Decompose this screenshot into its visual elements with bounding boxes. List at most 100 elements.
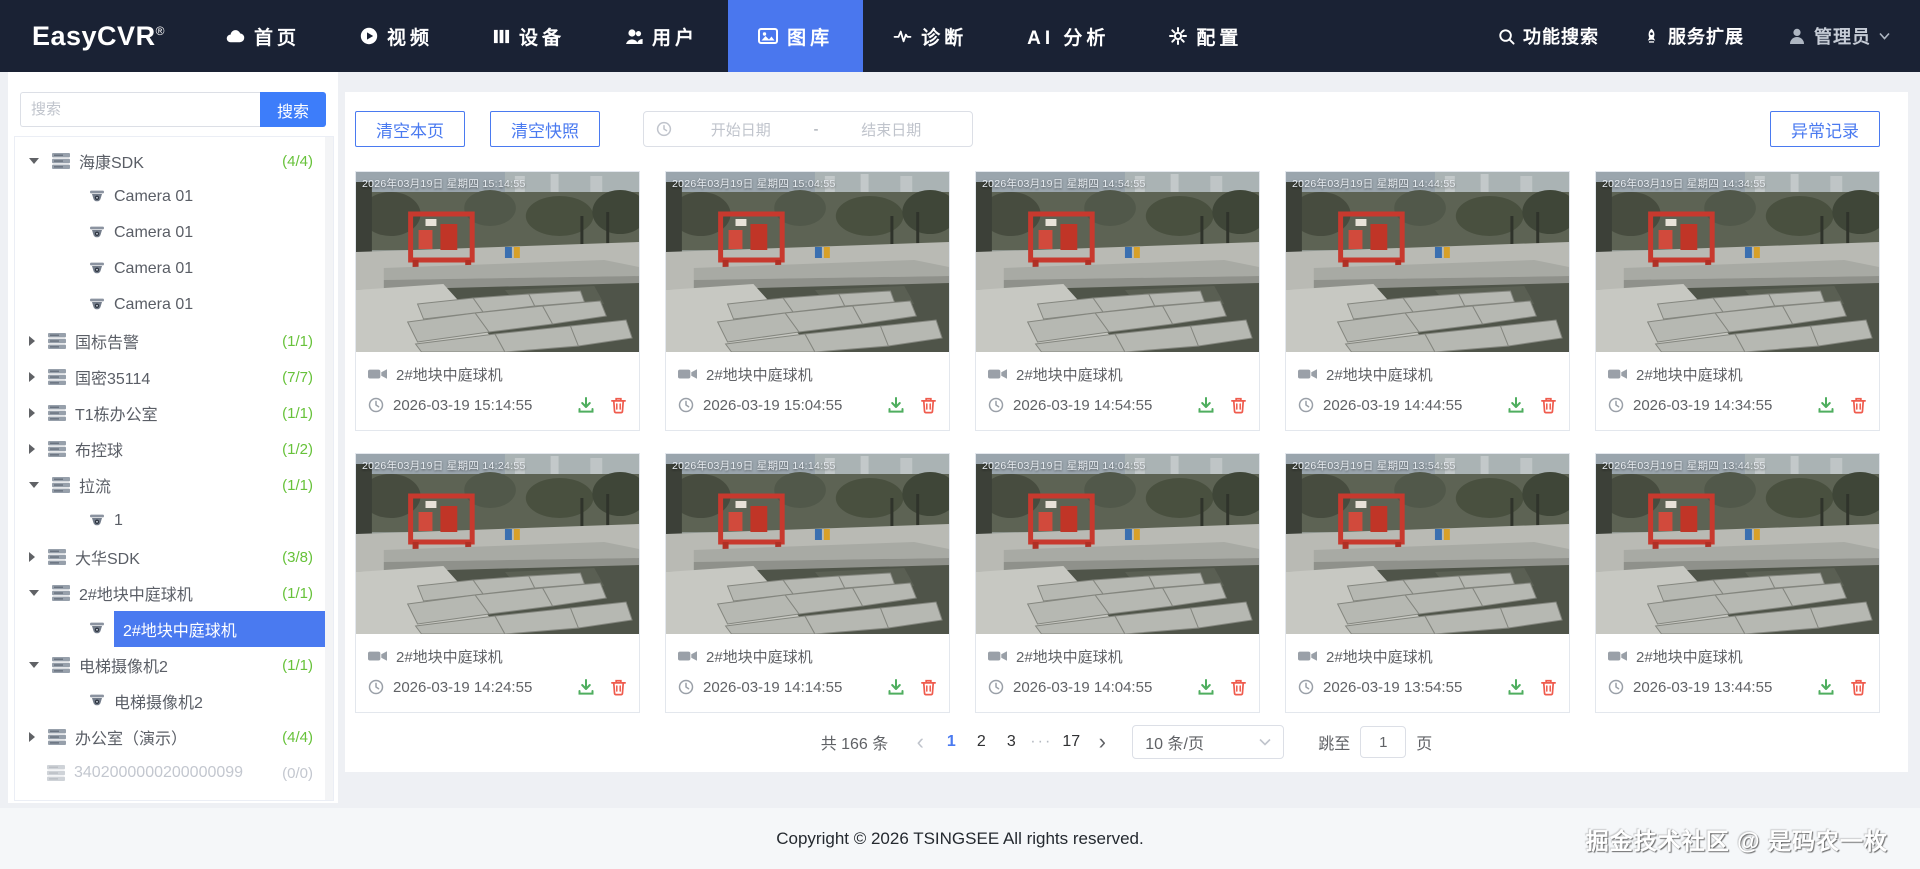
- tree-node[interactable]: Camera 01: [15, 179, 333, 215]
- tree-node[interactable]: 海康SDK (4/4): [15, 143, 333, 179]
- tree-node[interactable]: 大华SDK (3/8): [15, 539, 333, 575]
- tree-node-label[interactable]: 2#地块中庭球机: [114, 611, 333, 647]
- tree-node-label[interactable]: Camera 01: [114, 296, 193, 314]
- nav-item-device[interactable]: 设备: [463, 0, 595, 72]
- page-more-indicator[interactable]: ···: [1028, 729, 1054, 755]
- delete-button[interactable]: [920, 396, 937, 414]
- tree-node-label[interactable]: 办公室: [75, 797, 123, 800]
- tree-node-label[interactable]: 国标告警: [75, 329, 139, 353]
- tree-node[interactable]: 布控球 (1/2): [15, 431, 333, 467]
- search-button[interactable]: 搜索: [260, 92, 326, 127]
- end-date-placeholder[interactable]: 结束日期: [823, 119, 961, 140]
- snapshot-thumbnail[interactable]: 2026年03月19日 星期四 13:54:55: [1286, 454, 1569, 634]
- delete-button[interactable]: [1850, 396, 1867, 414]
- snapshot-card[interactable]: 2026年03月19日 星期四 14:54:55 2#地块中庭球机 2026-0…: [975, 171, 1260, 431]
- tree-node[interactable]: 3402000000200000099 (0/0): [15, 755, 333, 791]
- snapshot-thumbnail[interactable]: 2026年03月19日 星期四 13:44:55: [1596, 454, 1879, 634]
- tree-node[interactable]: 拉流 (1/1): [15, 467, 333, 503]
- tree-node-label[interactable]: Camera 01: [114, 224, 193, 242]
- download-button[interactable]: [577, 678, 595, 696]
- tree-node-label[interactable]: Camera 01: [114, 188, 193, 206]
- page-number[interactable]: 17: [1058, 729, 1084, 755]
- delete-button[interactable]: [610, 396, 627, 414]
- snapshot-thumbnail[interactable]: 2026年03月19日 星期四 14:54:55: [976, 172, 1259, 352]
- snapshot-card[interactable]: 2026年03月19日 星期四 15:04:55 2#地块中庭球机 2026-0…: [665, 171, 950, 431]
- tree-node[interactable]: 1: [15, 503, 333, 539]
- tree-expand-arrow-icon[interactable]: [29, 662, 39, 668]
- tree-expand-arrow-icon[interactable]: [29, 336, 35, 346]
- snapshot-thumbnail[interactable]: 2026年03月19日 星期四 14:34:55: [1596, 172, 1879, 352]
- nav-item-config[interactable]: 配置: [1139, 0, 1272, 72]
- nav-item-video[interactable]: 视频: [330, 0, 463, 72]
- snapshot-thumbnail[interactable]: 2026年03月19日 星期四 14:44:55: [1286, 172, 1569, 352]
- admin-menu[interactable]: 管理员: [1788, 23, 1890, 49]
- tree-expand-arrow-icon[interactable]: [29, 372, 35, 382]
- snapshot-thumbnail[interactable]: 2026年03月19日 星期四 15:14:55: [356, 172, 639, 352]
- page-number[interactable]: 3: [998, 729, 1024, 755]
- download-button[interactable]: [887, 678, 905, 696]
- nav-item-gallery[interactable]: 图库: [728, 0, 864, 72]
- download-button[interactable]: [577, 396, 595, 414]
- snapshot-thumbnail[interactable]: 2026年03月19日 星期四 14:14:55: [666, 454, 949, 634]
- tree-node[interactable]: Camera 01: [15, 251, 333, 287]
- tree-node[interactable]: 办公室 (1/1): [15, 791, 333, 800]
- download-button[interactable]: [1507, 396, 1525, 414]
- download-button[interactable]: [1197, 678, 1215, 696]
- snapshot-card[interactable]: 2026年03月19日 星期四 14:04:55 2#地块中庭球机 2026-0…: [975, 453, 1260, 713]
- snapshot-card[interactable]: 2026年03月19日 星期四 14:34:55 2#地块中庭球机 2026-0…: [1595, 171, 1880, 431]
- start-date-placeholder[interactable]: 开始日期: [672, 119, 810, 140]
- snapshot-card[interactable]: 2026年03月19日 星期四 14:44:55 2#地块中庭球机 2026-0…: [1285, 171, 1570, 431]
- snapshot-card[interactable]: 2026年03月19日 星期四 13:54:55 2#地块中庭球机 2026-0…: [1285, 453, 1570, 713]
- tree-node[interactable]: 办公室（演示） (4/4): [15, 719, 333, 755]
- tree-node[interactable]: 电梯摄像机2: [15, 683, 333, 719]
- delete-button[interactable]: [610, 678, 627, 696]
- tree-expand-arrow-icon[interactable]: [29, 590, 39, 596]
- nav-item-user[interactable]: 用户: [595, 0, 728, 72]
- brand-logo[interactable]: EasyCVR®: [0, 21, 195, 52]
- tree-node-label[interactable]: 大华SDK: [75, 545, 140, 569]
- tree-node-label[interactable]: 2#地块中庭球机: [79, 581, 193, 605]
- tree-expand-arrow-icon[interactable]: [29, 482, 39, 488]
- tree-node[interactable]: T1栋办公室 (1/1): [15, 395, 333, 431]
- nav-item-function-search[interactable]: 功能搜索: [1498, 23, 1599, 49]
- tree-node[interactable]: 2#地块中庭球机: [15, 611, 333, 647]
- snapshot-card[interactable]: 2026年03月19日 星期四 13:44:55 2#地块中庭球机 2026-0…: [1595, 453, 1880, 713]
- page-number[interactable]: 1: [938, 729, 964, 755]
- tree-node-label[interactable]: 拉流: [79, 473, 111, 497]
- page-number[interactable]: 2: [968, 729, 994, 755]
- nav-item-service-expand[interactable]: 服务扩展: [1643, 23, 1744, 49]
- download-button[interactable]: [887, 396, 905, 414]
- snapshot-thumbnail[interactable]: 2026年03月19日 星期四 14:04:55: [976, 454, 1259, 634]
- page-size-select[interactable]: 10 条/页: [1132, 725, 1285, 759]
- tree-node-label[interactable]: Camera 01: [114, 260, 193, 278]
- date-range-picker[interactable]: 开始日期 - 结束日期: [643, 111, 973, 147]
- nav-item-diagnosis[interactable]: 诊断: [863, 0, 997, 72]
- nav-item-home[interactable]: 首页: [195, 0, 330, 72]
- jump-page-input[interactable]: [1360, 726, 1407, 758]
- snapshot-card[interactable]: 2026年03月19日 星期四 14:14:55 2#地块中庭球机 2026-0…: [665, 453, 950, 713]
- download-button[interactable]: [1817, 678, 1835, 696]
- delete-button[interactable]: [1230, 678, 1247, 696]
- clear-snapshot-button[interactable]: 清空快照: [490, 111, 600, 147]
- clear-page-button[interactable]: 清空本页: [355, 111, 465, 147]
- tree-expand-arrow-icon[interactable]: [29, 408, 35, 418]
- tree-node-label[interactable]: 1: [114, 512, 123, 530]
- download-button[interactable]: [1817, 396, 1835, 414]
- pagination-next-icon[interactable]: ›: [1090, 731, 1114, 753]
- snapshot-thumbnail[interactable]: 2026年03月19日 星期四 14:24:55: [356, 454, 639, 634]
- delete-button[interactable]: [1850, 678, 1867, 696]
- tree-node-label[interactable]: 3402000000200000099: [74, 764, 243, 782]
- download-button[interactable]: [1197, 396, 1215, 414]
- tree-node[interactable]: Camera 01: [15, 215, 333, 251]
- delete-button[interactable]: [1540, 678, 1557, 696]
- tree-node[interactable]: 2#地块中庭球机 (1/1): [15, 575, 333, 611]
- abnormal-records-button[interactable]: 异常记录: [1770, 111, 1880, 147]
- tree-expand-arrow-icon[interactable]: [29, 732, 35, 742]
- tree-node[interactable]: 国标告警 (1/1): [15, 323, 333, 359]
- tree-scrollbar[interactable]: [325, 137, 333, 800]
- delete-button[interactable]: [920, 678, 937, 696]
- snapshot-thumbnail[interactable]: 2026年03月19日 星期四 15:04:55: [666, 172, 949, 352]
- download-button[interactable]: [1507, 678, 1525, 696]
- tree-node-label[interactable]: 电梯摄像机2: [79, 653, 168, 677]
- tree-node[interactable]: 国密35114 (7/7): [15, 359, 333, 395]
